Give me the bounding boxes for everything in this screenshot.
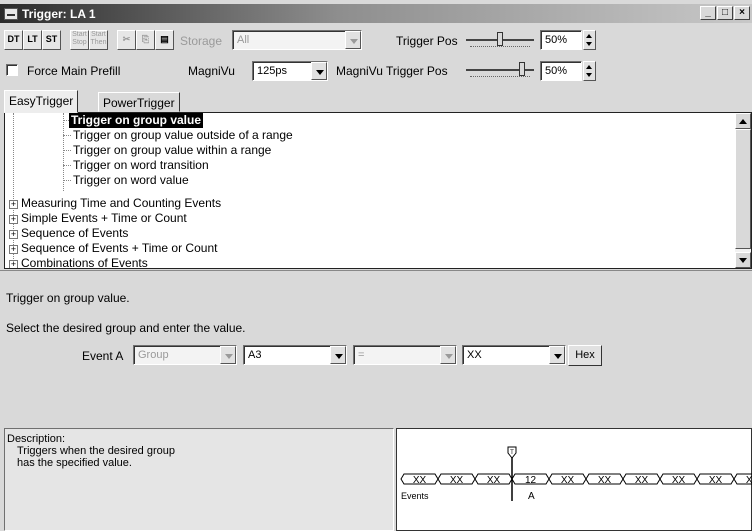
description-label: Description: (7, 433, 66, 445)
chevron-down-icon (549, 346, 565, 364)
waveform-value: XX (487, 475, 501, 486)
magnivu-select[interactable]: 125ps (252, 61, 328, 81)
force-prefill-checkbox[interactable] (6, 64, 18, 76)
hex-button[interactable]: Hex (568, 345, 602, 366)
operator-value: = (358, 349, 365, 361)
tree-category-simple-events[interactable]: Simple Events + Time or Count (21, 211, 187, 226)
waveform-value: XX (450, 475, 464, 486)
tree-item-group-value[interactable]: Trigger on group value (69, 113, 204, 128)
chevron-down-icon (440, 346, 456, 364)
description-text-1: Triggers when the desired group (17, 445, 175, 457)
expand-icon[interactable]: + (9, 200, 18, 209)
event-a-label: Event A (82, 349, 124, 363)
title-bar[interactable]: Trigger: LA 1 _ □ × (0, 4, 752, 23)
storage-value: All (237, 34, 250, 46)
options-row: Force Main Prefill MagniVu 125ps MagniVu… (0, 56, 752, 86)
scroll-thumb[interactable] (735, 129, 751, 249)
window-icon (4, 7, 18, 20)
copy-icon[interactable]: ⎘ (136, 30, 155, 50)
waveform-diagram: XX XX XX 12 XX XX XX XX XX XX T Events A (400, 446, 752, 502)
magnivu-trigger-pos-slider[interactable] (466, 61, 534, 79)
s-trigger-button[interactable]: ST (42, 30, 61, 50)
slider-thumb[interactable] (519, 62, 525, 76)
trigger-marker-label: T (510, 450, 514, 456)
events-label: Events (401, 491, 429, 501)
start-then-button[interactable]: Start Then (89, 30, 108, 50)
editor-instruction: Select the desired group and enter the v… (6, 321, 246, 335)
force-prefill-label: Force Main Prefill (27, 64, 121, 78)
chevron-down-icon (330, 346, 346, 364)
event-a-marker-label: A (528, 491, 535, 502)
description-text-2: has the specified value. (17, 457, 132, 469)
tree-item-group-within-range[interactable]: Trigger on group value within a range (73, 143, 271, 158)
tree-item-group-outside-range[interactable]: Trigger on group value outside of a rang… (73, 128, 293, 143)
value-value: XX (467, 349, 482, 361)
waveform-value: XX (561, 475, 575, 486)
operator-select[interactable]: = (353, 345, 457, 365)
trigger-pos-field[interactable]: 50% (540, 30, 582, 50)
value-select[interactable]: XX (462, 345, 566, 365)
group-value: A3 (248, 349, 262, 361)
expand-icon[interactable]: + (9, 260, 18, 268)
tree-category-sequence-time[interactable]: Sequence of Events + Time or Count (21, 241, 217, 256)
trigger-pos-label: Trigger Pos (396, 34, 458, 48)
scroll-down-button[interactable] (735, 252, 751, 268)
tree-item-word-transition[interactable]: Trigger on word transition (73, 158, 209, 173)
tree-scrollbar[interactable] (735, 113, 751, 268)
waveform-value: XX (413, 475, 427, 486)
tree-category-sequence[interactable]: Sequence of Events (21, 226, 128, 241)
waveform-panel: XX XX XX 12 XX XX XX XX XX XX T Events A (396, 428, 752, 531)
l-trigger-button[interactable]: LT (23, 30, 42, 50)
minimize-button[interactable]: _ (700, 6, 716, 20)
waveform-value: 12 (525, 475, 537, 486)
tree-category-combinations[interactable]: Combinations of Events (21, 256, 148, 268)
chevron-down-icon (345, 31, 361, 49)
waveform-value: XX (709, 475, 723, 486)
type-select[interactable]: Group (133, 345, 237, 365)
expand-icon[interactable]: + (9, 215, 18, 224)
group-select[interactable]: A3 (243, 345, 347, 365)
editor-heading: Trigger on group value. (6, 291, 130, 305)
trigger-pos-spinner[interactable] (583, 30, 596, 50)
chevron-down-icon (311, 62, 327, 80)
slider-thumb[interactable] (497, 32, 503, 46)
paste-icon[interactable]: ▤ (155, 30, 174, 50)
tab-easytrigger[interactable]: EasyTrigger (4, 90, 79, 113)
chevron-down-icon (220, 346, 236, 364)
start-stop-button[interactable]: Start Stop (70, 30, 89, 50)
magnivu-label: MagniVu (188, 64, 235, 78)
waveform-value: XX (598, 475, 612, 486)
cut-icon[interactable]: ✂ (117, 30, 136, 50)
close-button[interactable]: × (734, 6, 750, 20)
tab-powertrigger[interactable]: PowerTrigger (98, 92, 180, 112)
waveform-value: XX (672, 475, 686, 486)
waveform-value: XX (746, 475, 752, 486)
magnivu-trigger-pos-label: MagniVu Trigger Pos (336, 64, 448, 78)
description-panel: Description: Triggers when the desired g… (4, 428, 394, 531)
maximize-button[interactable]: □ (717, 6, 733, 20)
trigger-tree: Trigger on group value Trigger on group … (4, 112, 752, 269)
scroll-up-button[interactable] (735, 113, 751, 129)
waveform-value: XX (635, 475, 649, 486)
magnivu-value: 125ps (257, 65, 287, 77)
type-value: Group (138, 349, 169, 361)
magnivu-trigger-pos-spinner[interactable] (583, 61, 596, 81)
trigger-pos-slider[interactable] (466, 31, 534, 49)
d-trigger-button[interactable]: DT (4, 30, 23, 50)
storage-label: Storage (180, 34, 223, 48)
window-title: Trigger: LA 1 (22, 6, 96, 21)
tree-item-word-value[interactable]: Trigger on word value (73, 173, 189, 188)
magnivu-trigger-pos-field[interactable]: 50% (540, 61, 582, 81)
expand-icon[interactable]: + (9, 245, 18, 254)
toolbar: DT LT ST Start Stop Start Then ✂ ⎘ ▤ Sto… (0, 24, 752, 54)
expand-icon[interactable]: + (9, 230, 18, 239)
tree-category-measuring[interactable]: Measuring Time and Counting Events (21, 196, 221, 211)
editor-panel: Trigger on group value. Select the desir… (0, 270, 752, 427)
storage-select[interactable]: All (232, 30, 362, 50)
trigger-window: Trigger: LA 1 _ □ × DT LT ST Start Stop … (0, 0, 752, 531)
